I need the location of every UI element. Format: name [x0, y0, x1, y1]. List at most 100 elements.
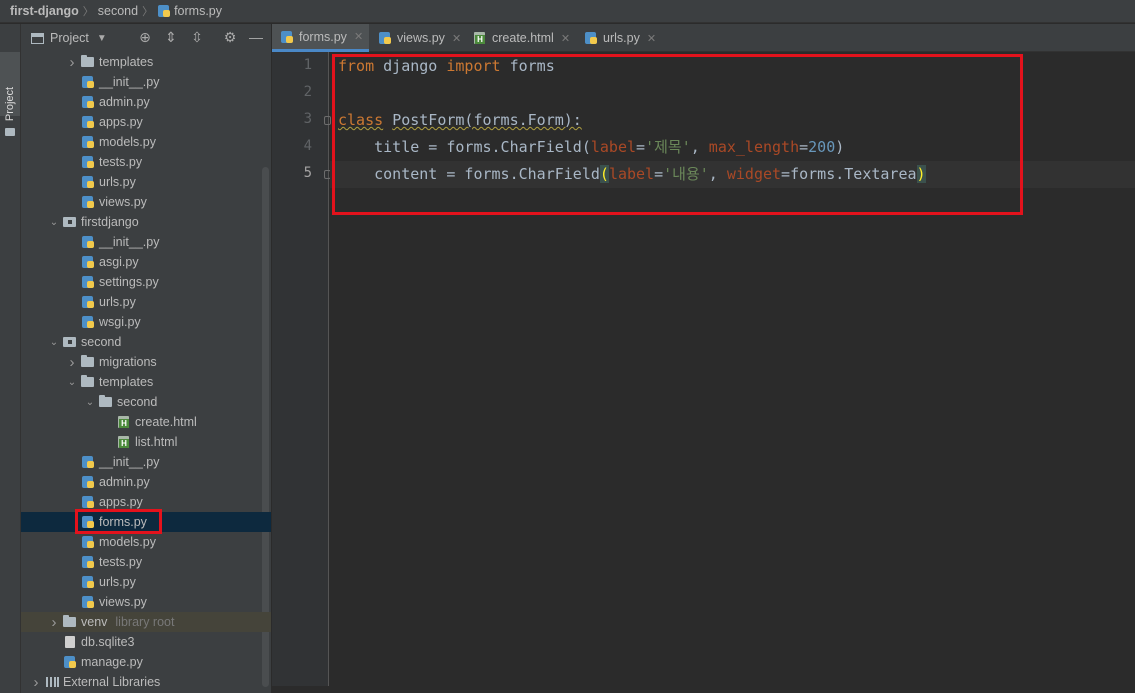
- tree-item[interactable]: ›create.html: [21, 412, 271, 432]
- tree-item[interactable]: ›list.html: [21, 432, 271, 452]
- editor-gutter: 1 2 3 4 5: [272, 52, 331, 693]
- tree-item[interactable]: ›tests.py: [21, 552, 271, 572]
- editor-tab[interactable]: create.html ✕: [465, 24, 575, 52]
- chevron-down-icon[interactable]: ⌄: [65, 377, 79, 388]
- tree-item[interactable]: ›apps.py: [21, 112, 271, 132]
- project-view-icon: [31, 32, 44, 44]
- project-tool-button[interactable]: Project: [0, 52, 20, 136]
- python-file-icon: [81, 475, 95, 489]
- chevron-right-icon[interactable]: ›: [65, 54, 79, 71]
- gear-icon[interactable]: ⚙: [222, 29, 238, 45]
- tree-item[interactable]: ›apps.py: [21, 492, 271, 512]
- editor-horizontal-scrollbar[interactable]: [272, 686, 1135, 693]
- editor-tab[interactable]: forms.py ✕: [272, 24, 369, 52]
- code-line[interactable]: from django import forms: [330, 53, 1135, 80]
- tree-item[interactable]: ›models.py: [21, 532, 271, 552]
- tree-item[interactable]: › templates: [21, 52, 271, 72]
- python-file-icon: [81, 95, 95, 109]
- tree-item-label: create.html: [135, 415, 197, 429]
- close-icon[interactable]: ✕: [647, 32, 656, 45]
- collapse-all-icon[interactable]: ⇳: [189, 29, 205, 45]
- tree-item-label: templates: [99, 375, 154, 389]
- code-line[interactable]: [330, 80, 1135, 107]
- code-area[interactable]: from django import forms class PostForm(f…: [330, 52, 1135, 693]
- tree-item-label: urls.py: [99, 575, 136, 589]
- tree-item[interactable]: ›forms.py: [21, 512, 271, 532]
- tree-item-label: tests.py: [99, 155, 143, 169]
- tree-item[interactable]: ›settings.py: [21, 272, 271, 292]
- python-file-icon: [81, 595, 95, 609]
- code-token: '제목': [645, 138, 691, 156]
- tree-item[interactable]: ›urls.py: [21, 292, 271, 312]
- editor-tab-label: urls.py: [603, 31, 640, 45]
- close-icon[interactable]: ✕: [561, 32, 570, 45]
- python-file-icon: [81, 295, 95, 309]
- tree-item[interactable]: ›views.py: [21, 192, 271, 212]
- expand-all-icon[interactable]: ⇕: [163, 29, 179, 45]
- editor-tab-label: forms.py: [299, 29, 347, 44]
- tree-item[interactable]: ›manage.py: [21, 652, 271, 672]
- editor-tab[interactable]: views.py ✕: [370, 24, 464, 52]
- close-icon[interactable]: ✕: [452, 32, 461, 45]
- chevron-down-icon[interactable]: ⌄: [83, 397, 97, 408]
- line-number: 3: [303, 111, 312, 127]
- python-file-icon: [81, 315, 95, 329]
- line-number: 5: [303, 165, 312, 181]
- tree-item[interactable]: ›tests.py: [21, 152, 271, 172]
- code-token: ,: [690, 138, 709, 156]
- tree-item-label: second: [117, 395, 158, 409]
- chevron-down-icon[interactable]: ⌄: [47, 337, 61, 348]
- tree-item[interactable]: ›views.py: [21, 592, 271, 612]
- tree-item-label: __init__.py: [99, 455, 160, 469]
- code-token: ): [835, 138, 845, 156]
- tree-item[interactable]: › migrations: [21, 352, 271, 372]
- code-editor[interactable]: 1 2 3 4 5 from django import forms class Post…: [272, 52, 1135, 693]
- tree-item[interactable]: ⌄ second: [21, 332, 271, 352]
- tree-item[interactable]: › venv library root: [21, 612, 271, 632]
- tree-item[interactable]: ›urls.py: [21, 172, 271, 192]
- tree-item[interactable]: ›asgi.py: [21, 252, 271, 272]
- chevron-right-icon[interactable]: ›: [29, 674, 43, 691]
- code-line[interactable]: title = forms.CharField(label='제목', max_…: [330, 134, 1135, 161]
- tree-item-label: manage.py: [81, 655, 143, 669]
- tree-item[interactable]: ›__init__.py: [21, 232, 271, 252]
- tree-item[interactable]: › External Libraries: [21, 672, 271, 692]
- tree-item[interactable]: ›db.sqlite3: [21, 632, 271, 652]
- code-line[interactable]: content = forms.CharField(label='내용', wi…: [330, 161, 1135, 188]
- python-file-icon: [81, 175, 95, 189]
- code-token: ): [916, 165, 926, 183]
- tree-item[interactable]: ›admin.py: [21, 472, 271, 492]
- chevron-right-icon[interactable]: ›: [47, 614, 61, 631]
- code-token: class: [338, 111, 384, 129]
- folder-icon: [81, 355, 95, 369]
- tree-item[interactable]: ›__init__.py: [21, 72, 271, 92]
- code-line[interactable]: class PostForm(forms.Form):: [330, 107, 1135, 134]
- python-file-icon: [81, 275, 95, 289]
- tree-item[interactable]: ›__init__.py: [21, 452, 271, 472]
- chevron-right-icon[interactable]: ›: [65, 354, 79, 371]
- locate-icon[interactable]: ⊕: [137, 29, 153, 45]
- chevron-down-icon[interactable]: ▼: [97, 33, 107, 44]
- tree-item[interactable]: ›models.py: [21, 132, 271, 152]
- minimize-icon[interactable]: —: [248, 29, 264, 45]
- chevron-down-icon[interactable]: ⌄: [47, 217, 61, 228]
- tree-item-label: migrations: [99, 355, 157, 369]
- tree-item[interactable]: ⌄ firstdjango: [21, 212, 271, 232]
- project-panel-title[interactable]: Project: [50, 31, 89, 45]
- breadcrumb-item[interactable]: first-django: [10, 4, 79, 18]
- editor-tab[interactable]: urls.py ✕: [576, 24, 656, 52]
- tree-item[interactable]: ⌄ second: [21, 392, 271, 412]
- python-file-icon: [81, 455, 95, 469]
- breadcrumb-item[interactable]: forms.py: [174, 4, 222, 18]
- python-file-icon: [81, 75, 95, 89]
- tree-item[interactable]: ›urls.py: [21, 572, 271, 592]
- tree-item[interactable]: ⌄ templates: [21, 372, 271, 392]
- tree-item[interactable]: ›wsgi.py: [21, 312, 271, 332]
- line-number: 2: [303, 84, 312, 100]
- project-tool-label: Project: [4, 86, 16, 122]
- breadcrumb-item[interactable]: second: [98, 4, 138, 18]
- tree-item[interactable]: ›admin.py: [21, 92, 271, 112]
- close-icon[interactable]: ✕: [354, 30, 363, 43]
- code-token: max_length: [708, 138, 800, 156]
- python-file-icon: [81, 555, 95, 569]
